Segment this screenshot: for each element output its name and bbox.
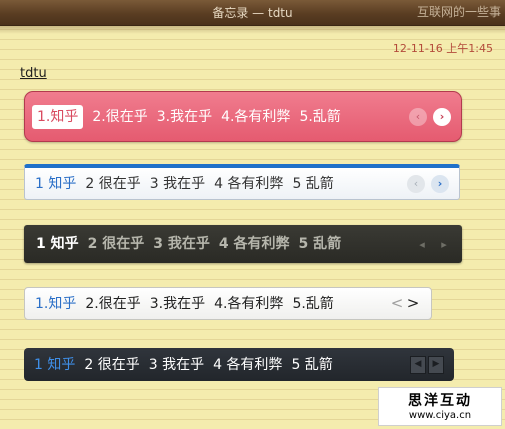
tab-item[interactable]: 2 很在乎	[84, 355, 139, 375]
arrow-group: ◂ ▸	[414, 225, 452, 263]
tab-item[interactable]: 4.各有利弊	[214, 294, 283, 314]
square-left-icon[interactable]: ◀	[410, 355, 426, 374]
watermark-text: 互联网的一些事	[416, 5, 501, 19]
tab-item[interactable]: 1 知乎	[36, 234, 79, 254]
brand-name: 思洋互动	[408, 392, 472, 409]
chevron-right-icon[interactable]: ›	[433, 107, 451, 126]
tab-item[interactable]: 2 很在乎	[88, 234, 145, 254]
note-timestamp: 12-11-16 上午1:45	[392, 42, 493, 55]
tab-item[interactable]: 3 我在乎	[150, 174, 205, 194]
tab-item[interactable]: 4.各有利弊	[221, 107, 290, 127]
note-title[interactable]: tdtu	[20, 66, 47, 81]
tab-item[interactable]: 5.乱箭	[292, 294, 333, 314]
tab-item[interactable]: 4 各有利弊	[213, 355, 282, 375]
square-right-icon[interactable]: ▶	[428, 355, 444, 374]
tab-bar-light-blue: 1 知乎 2 很在乎 3 我在乎 4 各有利弊 5 乱箭 ‹ ›	[24, 164, 460, 200]
tab-item[interactable]: 1 知乎	[35, 174, 76, 194]
tab-item[interactable]: 1.知乎	[32, 104, 84, 129]
tab-item[interactable]: 2.很在乎	[92, 107, 147, 127]
tab-bar-red: 1.知乎 2.很在乎 3.我在乎 4.各有利弊 5.乱箭 ‹ ›	[24, 91, 462, 142]
tab-bar-white: 1.知乎 2.很在乎 3.我在乎 4.各有利弊 5.乱箭 < >	[24, 287, 432, 320]
tab-item[interactable]: 5.乱箭	[299, 107, 340, 127]
tab-item[interactable]: 3.我在乎	[150, 294, 205, 314]
tab-item[interactable]: 5 乱箭	[299, 234, 342, 254]
arrow-group: ◀ ▶	[410, 348, 444, 381]
tab-bar-dark: 1 知乎 2 很在乎 3 我在乎 4 各有利弊 5 乱箭 ◂ ▸	[24, 225, 462, 263]
angle-right-icon[interactable]: >	[407, 296, 420, 312]
angle-left-icon[interactable]: <	[391, 296, 404, 312]
tab-bar-dark-slate: 1 知乎 2 很在乎 3 我在乎 4 各有利弊 5 乱箭 ◀ ▶	[24, 348, 454, 381]
chevron-right-icon[interactable]: ›	[431, 174, 449, 193]
arrow-group: ‹ ›	[407, 168, 449, 199]
tab-item[interactable]: 1.知乎	[35, 294, 76, 314]
chevron-left-icon[interactable]: ‹	[409, 107, 427, 126]
tab-item[interactable]: 4 各有利弊	[214, 174, 283, 194]
chevron-left-icon[interactable]: ‹	[407, 174, 425, 193]
triangle-left-icon[interactable]: ◂	[414, 236, 430, 252]
arrow-group: ‹ ›	[409, 92, 451, 141]
tab-item[interactable]: 3.我在乎	[157, 107, 212, 127]
tab-item[interactable]: 4 各有利弊	[219, 234, 290, 254]
tab-item[interactable]: 5 乱箭	[291, 355, 332, 375]
tab-item[interactable]: 5 乱箭	[292, 174, 333, 194]
tab-item[interactable]: 3 我在乎	[149, 355, 204, 375]
tab-item[interactable]: 2 很在乎	[85, 174, 140, 194]
arrow-group: < >	[391, 288, 420, 319]
tab-item[interactable]: 3 我在乎	[153, 234, 210, 254]
brand-url: www.ciya.cn	[408, 409, 472, 421]
tab-item[interactable]: 2.很在乎	[85, 294, 140, 314]
tab-item[interactable]: 1 知乎	[34, 355, 75, 375]
paper-torn-edge	[0, 26, 505, 34]
triangle-right-icon[interactable]: ▸	[436, 236, 452, 252]
brand-watermark: 思洋互动 www.ciya.cn	[378, 387, 502, 426]
